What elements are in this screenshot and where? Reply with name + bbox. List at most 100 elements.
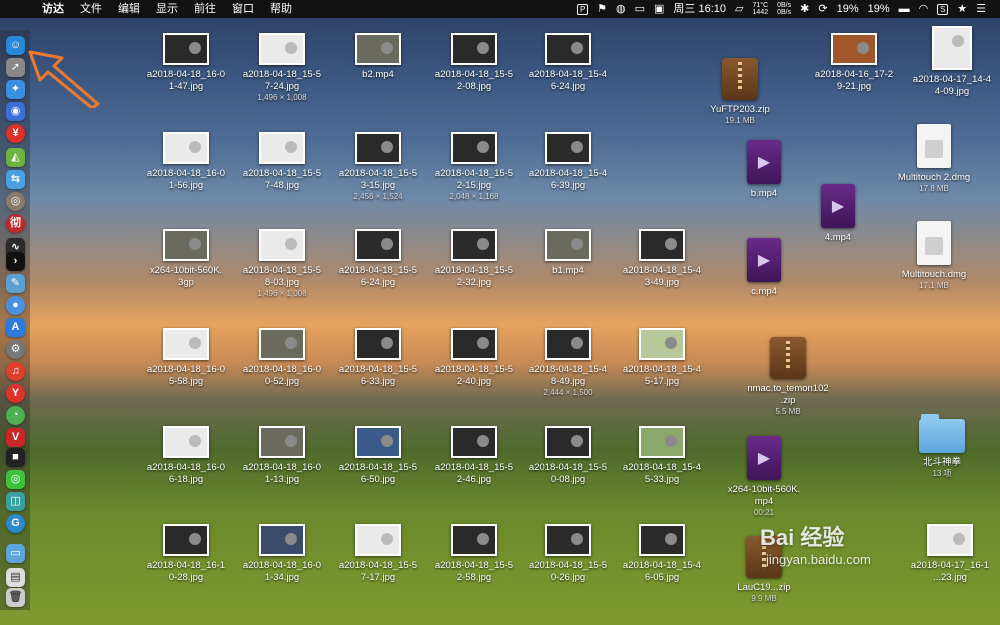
battery-percent-1[interactable]: 19% [837,0,859,18]
desktop-file[interactable]: a2018-04-17_16-1 ...23.jpg [902,524,998,584]
desktop-file[interactable]: a2018-04-18_16-0 1-47.jpg [138,33,234,93]
desktop-file[interactable]: a2018-04-18_16-0 0-52.jpg [234,328,330,388]
desktop-zip[interactable]: YuFTP203.zip 19.1 MB [692,58,788,126]
desktop-file[interactable]: a2018-04-18_15-4 6-39.jpg [520,132,616,192]
desktop-file[interactable]: a2018-04-18_16-0 1-34.jpg [234,524,330,584]
system-info-icon[interactable]: ✎ [6,274,25,293]
net-readout[interactable]: 0B/s 0B/s [777,2,791,16]
wifi-icon[interactable]: ◠ [919,0,929,18]
desktop-file[interactable]: a2018-04-18_15-5 7-17.jpg [330,524,426,584]
desktop-file[interactable]: a2018-04-18_15-5 2-46.jpg [426,426,522,486]
desktop-file[interactable]: a2018-04-18_16-0 1-13.jpg [234,426,330,486]
file-name: a2018-04-17_16-1 ...23.jpg [910,560,990,583]
desktop-file[interactable]: a2018-04-18_15-4 3-49.jpg [614,229,710,289]
image-icon[interactable]: ▣ [654,0,664,18]
system-preferences-icon[interactable]: ⚙ [6,340,25,359]
menu-app-name[interactable]: 访达 [42,0,64,18]
desktop-video[interactable]: x264-10bit-560K. mp4 00:21 [716,436,812,518]
money-app-icon[interactable]: ¥ [6,124,25,143]
teal-app-icon[interactable]: ◫ [6,492,25,511]
folder-count: 13 项 [932,469,952,478]
desktop-file[interactable]: a2018-04-18_15-5 6-24.jpg [330,229,426,289]
media-app-icon[interactable]: ■ [6,448,25,467]
preview-icon[interactable]: ◉ [6,102,25,121]
menu-help[interactable]: 帮助 [270,0,292,18]
file-thumbnail [163,426,209,458]
desktop-file[interactable]: a2018-04-18_15-5 2-40.jpg [426,328,522,388]
sync-icon[interactable]: ⟳ [818,0,827,18]
star-icon[interactable]: ★ [957,0,967,18]
file-thumbnail [545,132,591,164]
folder-dock-icon[interactable]: ▭ [6,544,25,563]
launchpad-icon[interactable]: ➚ [6,58,25,77]
file-name: c.mp4 [751,286,777,297]
wechat-icon[interactable]: ◎ [6,470,25,489]
temp-readout[interactable]: 71°C 1442 [752,2,768,16]
desktop-file[interactable]: a2018-04-18_15-5 2-08.jpg [426,33,522,93]
desktop-file[interactable]: a2018-04-17_14-4 4-09.jpg [904,26,1000,98]
migration-icon[interactable]: ⇆ [6,170,25,189]
desktop-file[interactable]: a2018-04-18_15-5 6-50.jpg [330,426,426,486]
desktop-file[interactable]: a2018-04-18_16-0 5-58.jpg [138,328,234,388]
g-app-icon[interactable]: G [6,514,25,533]
desktop-dmg[interactable]: Multitouch 2.dmg 17.8 MB [886,124,982,194]
desktop-file[interactable]: a2018-04-18_15-5 6-33.jpg [330,328,426,388]
menu-edit[interactable]: 编辑 [118,0,140,18]
desktop-file[interactable]: a2018-04-18_15-5 0-08.jpg [520,426,616,486]
desktop-file[interactable]: b2.mp4 [330,33,426,81]
app-store-icon[interactable]: A [6,318,25,337]
desktop-file[interactable]: a2018-04-18_15-4 8-49.jpg 2,444 × 1,500 [520,328,616,398]
desktop-file[interactable]: a2018-04-18_15-5 2-32.jpg [426,229,522,289]
display-icon[interactable]: ▭ [635,0,645,18]
red-app-icon[interactable]: 彻 [6,214,25,233]
yandex-icon[interactable]: Y [6,384,25,403]
desktop-file[interactable]: a2018-04-18_15-5 0-26.jpg [520,524,616,584]
desktop-file[interactable]: a2018-04-18_16-0 6-18.jpg [138,426,234,486]
desktop-file[interactable]: a2018-04-18_15-4 6-24.jpg [520,33,616,93]
menu-view[interactable]: 显示 [156,0,178,18]
finder-icon[interactable]: ☺ [6,36,25,55]
status-app-icon[interactable]: P [577,3,589,15]
trash-icon[interactable]: 🗑 [6,588,25,607]
desktop-file[interactable]: b1.mp4 [520,229,616,277]
flag-icon[interactable]: ⚑ [597,0,607,18]
desktop-file[interactable]: a2018-04-18_15-5 2-15.jpg 2,048 × 1,168 [426,132,522,202]
bluetooth-icon[interactable]: ✱ [800,0,809,18]
desktop-file[interactable]: a2018-04-18_16-1 0-28.jpg [138,524,234,584]
desktop-dmg[interactable]: Multitouch.dmg 17.1 MB [886,221,982,291]
menu-go[interactable]: 前往 [194,0,216,18]
battery-percent-2[interactable]: 19% [868,0,890,18]
desktop-file[interactable]: a2018-04-18_15-4 5-17.jpg [614,328,710,388]
safari-icon[interactable]: ✦ [6,80,25,99]
desktop-file[interactable]: a2018-04-18_15-5 8-03.jpg 1,496 × 1,008 [234,229,330,299]
desktop-file[interactable]: x264-10bit-560K. 3gp [138,229,234,289]
desktop-file[interactable]: a2018-04-18_15-5 7-24.jpg 1,496 × 1,008 [234,33,330,103]
desktop-video[interactable]: 4.mp4 [790,184,886,244]
document-dock-icon[interactable]: ▤ [6,568,25,587]
desktop-file[interactable]: a2018-04-18_15-4 5-33.jpg [614,426,710,486]
desktop-video[interactable]: c.mp4 [716,238,812,298]
desktop-zip[interactable]: nmac.to_temon102 .zip 5.5 MB [740,337,836,417]
desktop-file[interactable]: a2018-04-18_15-5 2-58.jpg [426,524,522,584]
chrome-icon[interactable]: ◔ [6,406,25,425]
blue-app-icon[interactable]: ● [6,296,25,315]
netease-music-icon[interactable]: ♫ [6,362,25,381]
desktop-file[interactable]: a2018-04-18_15-4 6-05.jpg [614,524,710,584]
s-app-icon[interactable]: S [937,3,949,15]
wechat-status-icon[interactable]: ◍ [616,0,626,18]
vivaldi-icon[interactable]: V [6,428,25,447]
terminal-icon[interactable]: › [6,252,25,271]
battery-icon[interactable]: ▬ [899,0,910,18]
desktop-folder[interactable]: 北斗神拳 13 项 [894,414,990,479]
menu-window[interactable]: 窗口 [232,0,254,18]
desktop-file[interactable]: a2018-04-18_15-5 7-48.jpg [234,132,330,192]
menu-file[interactable]: 文件 [80,0,102,18]
monitor-icon[interactable]: ▱ [735,0,743,18]
desktop-file[interactable]: a2018-04-18_16-0 1-56.jpg [138,132,234,192]
disk-icon[interactable]: ◎ [6,192,25,211]
desktop-file[interactable]: a2018-04-18_15-5 3-15.jpg 2,456 × 1,524 [330,132,426,202]
android-icon[interactable]: ◭ [6,148,25,167]
list-menu-icon[interactable]: ☰ [976,0,986,18]
clock-text[interactable]: 周三 16:10 [673,0,726,18]
desktop-file[interactable]: a2018-04-16_17-2 9-21.jpg [806,33,902,93]
